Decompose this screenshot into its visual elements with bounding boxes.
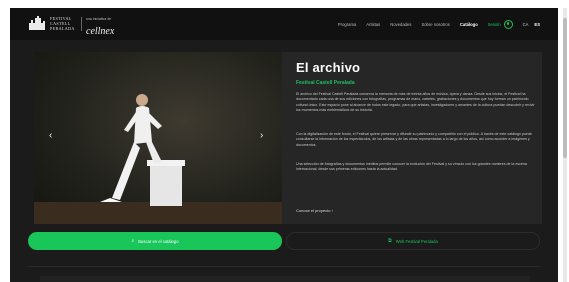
festival-website-label: Web Festival Peralada — [395, 238, 438, 244]
sponsor-small-text: una iniciativa de — [86, 17, 112, 21]
more-link[interactable]: Conoce el proyecto › — [296, 208, 333, 213]
scrollbar-thumb[interactable] — [563, 18, 567, 158]
external-link-icon: ⧉ — [388, 238, 392, 244]
main-nav: Programa Artistas Novedades Sobre nosotr… — [328, 20, 540, 29]
nav-catalogo[interactable]: Catálogo — [460, 22, 478, 27]
dancer-illustration — [34, 94, 282, 224]
selection-paragraph: Una selección de fotografías y documento… — [296, 162, 527, 172]
festival-website-button[interactable]: ⧉ Web Festival Peralada — [286, 232, 540, 250]
next-section-preview — [40, 276, 530, 282]
browser-window: FESTIVAL CASTELL PERALADA una iniciativa… — [10, 8, 558, 282]
page-scrollbar[interactable] — [563, 8, 567, 282]
logo-line: PERALADA — [50, 25, 75, 31]
previous-slide-button[interactable]: ‹ — [49, 130, 52, 141]
sponsor-logo[interactable]: una iniciativa de cellnex — [86, 17, 114, 39]
festival-logo[interactable]: FESTIVAL CASTELL PERALADA — [28, 15, 75, 31]
archive-hero-card: ‹ › El archivo Festival Castell Peralada… — [34, 52, 542, 224]
nav-sobre-nosotros[interactable]: Sobre nosotros — [421, 22, 449, 27]
section-divider — [28, 266, 540, 267]
sponsor-name: cellnex — [86, 26, 115, 37]
page-title: El archivo — [296, 60, 361, 75]
user-icon[interactable] — [503, 20, 513, 29]
dancer-photo: ‹ › — [34, 52, 282, 224]
nav-novedades[interactable]: Novedades — [390, 22, 411, 27]
intro-paragraph: El archivo del Festival Castell Peralada… — [296, 92, 535, 113]
search-catalog-label: Buscar en el catálogo — [138, 238, 179, 244]
top-navigation-bar: FESTIVAL CASTELL PERALADA una iniciativa… — [10, 8, 558, 40]
page-subtitle: Festival Castell Peralada — [296, 80, 355, 86]
nav-programa[interactable]: Programa — [338, 22, 356, 27]
digitization-paragraph: Con la digitalización de este fondo, el … — [296, 132, 532, 147]
more-link-label: Conoce el proyecto — [296, 208, 331, 213]
nav-sesion[interactable]: Sesión — [488, 22, 501, 27]
next-slide-button[interactable]: › — [260, 130, 263, 141]
search-catalog-button[interactable]: ⌕ Buscar en el catálogo — [28, 232, 282, 250]
logo-line: FESTIVAL — [50, 15, 72, 21]
arrow-right-icon: › — [331, 208, 333, 213]
archive-info: El archivo Festival Castell Peralada El … — [296, 52, 536, 224]
castle-logo-icon — [29, 16, 45, 30]
language-es[interactable]: ES — [534, 22, 540, 27]
logo-divider — [81, 17, 82, 31]
language-ca[interactable]: CA — [523, 22, 529, 27]
nav-artistas[interactable]: Artistas — [366, 22, 380, 27]
search-icon: ⌕ — [131, 238, 135, 244]
